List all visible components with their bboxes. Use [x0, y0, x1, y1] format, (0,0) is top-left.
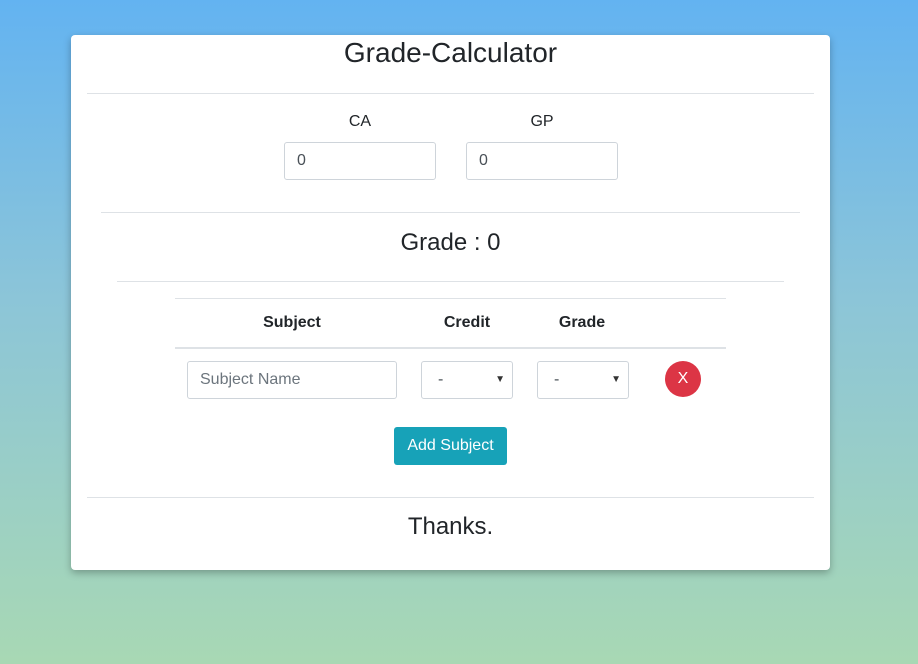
divider [87, 93, 814, 94]
caret-down-icon: ▼ [495, 374, 505, 385]
table-top-border [175, 298, 726, 299]
subject-name-input[interactable] [187, 361, 397, 399]
caret-down-icon: ▼ [611, 374, 621, 385]
remove-subject-button[interactable]: X [665, 361, 701, 397]
grade-select-value: - [554, 371, 560, 388]
ca-label: CA [348, 113, 372, 130]
divider [87, 497, 814, 498]
header-grade: Grade [558, 314, 606, 331]
calculator-card: Grade-Calculator CA GP Grade : 0 Subject… [71, 35, 830, 570]
credit-select-value: - [438, 371, 444, 388]
grade-result: Grade : 0 [400, 229, 501, 256]
credit-select[interactable]: - ▼ [421, 361, 513, 399]
ca-input[interactable] [284, 142, 436, 180]
footer-thanks: Thanks. [407, 513, 494, 540]
header-subject: Subject [263, 314, 321, 331]
divider [101, 212, 800, 213]
add-subject-button[interactable]: Add Subject [394, 427, 507, 465]
gp-input[interactable] [466, 142, 618, 180]
gp-label: GP [530, 113, 554, 130]
page-title: Grade-Calculator [343, 37, 558, 68]
divider [117, 281, 784, 282]
header-credit: Credit [443, 314, 491, 331]
grade-select[interactable]: - ▼ [537, 361, 629, 399]
table-header-border [175, 347, 726, 349]
